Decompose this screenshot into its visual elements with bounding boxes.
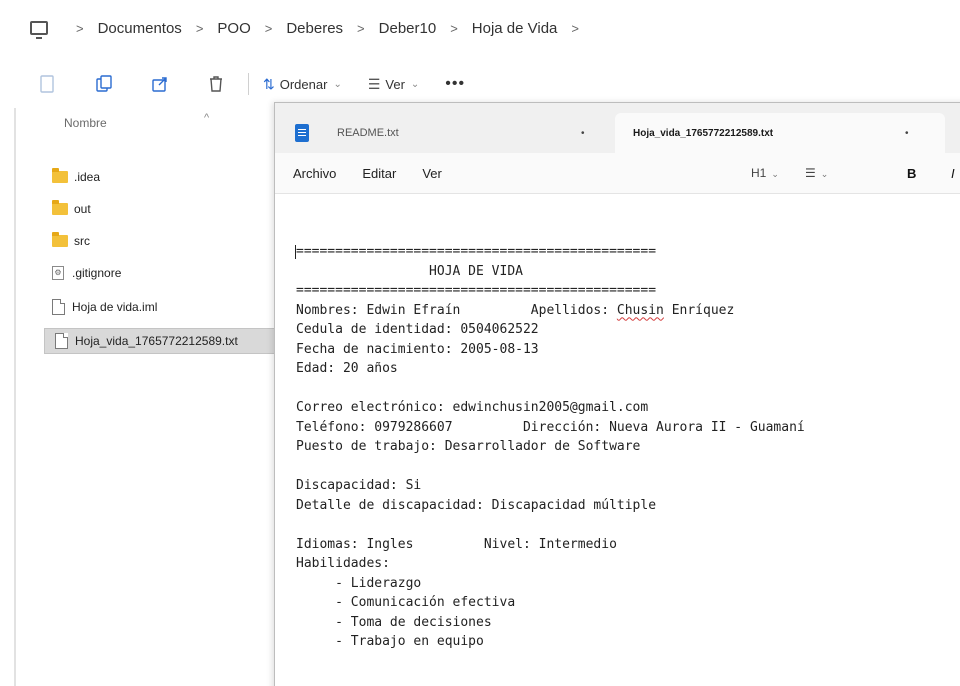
breadcrumb-separator[interactable]: > — [76, 21, 84, 36]
chevron-down-icon: ⌄ — [771, 169, 779, 179]
line-separator: ========================================… — [296, 283, 657, 298]
file-list: Nombre ^ .idea out src ⚙ .gitignore Hoja… — [14, 108, 276, 686]
explorer-toolbar: ⇅ Ordenar ⌄ ☰ Ver ⌄ ••• — [0, 62, 960, 106]
folder-icon — [52, 200, 68, 215]
breadcrumb-separator[interactable]: > — [265, 21, 273, 36]
breadcrumb-hoja-de-vida[interactable]: Hoja de Vida — [472, 20, 558, 37]
bold-button[interactable]: B — [907, 166, 916, 181]
menu-editar[interactable]: Editar — [362, 166, 396, 181]
line-correo: Correo electrónico: edwinchusin2005@gmai… — [296, 400, 649, 415]
list-dropdown[interactable]: ☰ ⌄ — [805, 166, 828, 180]
italic-button[interactable]: I — [951, 166, 955, 181]
line-habilidades: Habilidades: — [296, 556, 390, 571]
file-name: Hoja de vida.iml — [72, 300, 158, 314]
line-edad: Edad: 20 años — [296, 361, 398, 376]
view-label: Ver — [385, 76, 405, 92]
unsaved-indicator: • — [905, 127, 909, 139]
column-header-name[interactable]: Nombre — [64, 116, 107, 130]
line-idiomas: Idiomas: Ingles Nivel: Intermedio — [296, 536, 617, 552]
file-row-out[interactable]: out — [42, 196, 272, 222]
config-file-icon: ⚙ — [52, 266, 64, 280]
sort-button[interactable]: ⇅ Ordenar ⌄ — [263, 76, 342, 93]
nombres-text: Nombres: Edwin Efraín Apellidos: — [296, 302, 617, 318]
file-name: Hoja_vida_1765772212589.txt — [75, 334, 238, 348]
file-row-hoja-vida-txt[interactable]: Hoja_vida_1765772212589.txt — [44, 328, 276, 354]
heading-label: H1 — [751, 166, 767, 180]
breadcrumb-deber10[interactable]: Deber10 — [379, 20, 437, 37]
share-icon[interactable] — [150, 74, 170, 94]
skill-item: - Trabajo en equipo — [296, 634, 484, 649]
nav-pane-border — [14, 108, 16, 686]
file-row-gitignore[interactable]: ⚙ .gitignore — [42, 260, 272, 286]
breadcrumb-separator[interactable]: > — [450, 21, 458, 36]
file-row-src[interactable]: src — [42, 228, 272, 254]
file-name: out — [74, 202, 91, 216]
folder-icon — [52, 168, 68, 183]
sort-ascending-icon: ^ — [204, 112, 210, 124]
new-folder-icon[interactable] — [38, 74, 58, 94]
chevron-down-icon: ⌄ — [410, 78, 420, 90]
address-bar[interactable]: > Documentos > POO > Deberes > Deber10 >… — [0, 0, 960, 56]
line-separator: ========================================… — [296, 244, 657, 259]
skill-item: - Liderazgo — [296, 575, 422, 591]
skill-item: - Toma de decisiones — [296, 614, 492, 630]
tab-hoja-vida[interactable]: Hoja_vida_1765772212589.txt • — [615, 113, 945, 153]
unsaved-indicator: • — [581, 127, 585, 139]
line-cedula: Cedula de identidad: 0504062522 — [296, 322, 539, 337]
menu-ver[interactable]: Ver — [422, 166, 442, 181]
notepad-tab-bar: README.txt • Hoja_vida_1765772212589.txt… — [275, 103, 960, 153]
breadcrumb-deberes[interactable]: Deberes — [286, 20, 343, 37]
breadcrumb-separator[interactable]: > — [196, 21, 204, 36]
line-fecha: Fecha de nacimiento: 2005-08-13 — [296, 341, 539, 357]
file-row-iml[interactable]: Hoja de vida.iml — [42, 294, 272, 320]
chevron-down-icon: ⌄ — [333, 78, 342, 90]
tab-label: Hoja_vida_1765772212589.txt — [633, 127, 774, 139]
chevron-down-icon: ⌄ — [820, 169, 829, 179]
delete-icon[interactable] — [206, 74, 226, 94]
tab-readme[interactable]: README.txt • — [295, 113, 615, 153]
text-file-icon — [55, 333, 68, 349]
spellcheck-word: Chusin — [616, 302, 664, 318]
file-name: .idea — [74, 170, 101, 184]
view-button[interactable]: ☰ Ver ⌄ — [368, 76, 419, 93]
tab-label: README.txt — [337, 127, 399, 139]
list-icon: ☰ — [805, 166, 816, 180]
notepad-text-area[interactable]: ========================================… — [275, 193, 960, 686]
heading-dropdown[interactable]: H1 ⌄ — [751, 166, 779, 180]
notepad-menu-bar: Archivo Editar Ver H1 ⌄ ☰ ⌄ B I — [275, 153, 960, 193]
skill-item: - Comunicación efectiva — [296, 595, 516, 610]
copy-icon[interactable] — [94, 74, 114, 94]
notepad-window: README.txt • Hoja_vida_1765772212589.txt… — [274, 102, 960, 686]
breadcrumb-separator[interactable]: > — [357, 21, 365, 36]
folder-icon — [52, 232, 68, 247]
more-options-button[interactable]: ••• — [445, 75, 465, 93]
line-heading: HOJA DE VIDA — [296, 263, 523, 279]
file-icon — [52, 299, 65, 315]
this-pc-icon[interactable] — [30, 21, 48, 39]
line-puesto: Puesto de trabajo: Desarrollador de Soft… — [296, 439, 641, 454]
apellido-text: Enríquez — [663, 302, 735, 318]
menu-archivo[interactable]: Archivo — [293, 166, 336, 181]
sort-label: Ordenar — [279, 76, 328, 92]
line-discapacidad: Discapacidad: Si — [296, 478, 422, 493]
toolbar-divider — [248, 73, 249, 95]
file-name: src — [74, 234, 90, 248]
file-name: .gitignore — [72, 266, 122, 280]
file-row-idea[interactable]: .idea — [42, 164, 272, 190]
line-telefono: Teléfono: 0979286607 Dirección: Nueva Au… — [296, 419, 805, 435]
breadcrumb-documentos[interactable]: Documentos — [98, 20, 182, 37]
line-nombres: Nombres: Edwin Efraín Apellidos: Chusin … — [296, 303, 734, 318]
line-detalle: Detalle de discapacidad: Discapacidad mú… — [296, 497, 657, 513]
breadcrumb-separator[interactable]: > — [571, 21, 579, 36]
document-content: ========================================… — [296, 242, 805, 652]
notepad-icon — [295, 124, 309, 142]
breadcrumb-poo[interactable]: POO — [217, 20, 250, 37]
sort-icon: ⇅ — [263, 75, 275, 92]
view-icon: ☰ — [367, 75, 381, 92]
